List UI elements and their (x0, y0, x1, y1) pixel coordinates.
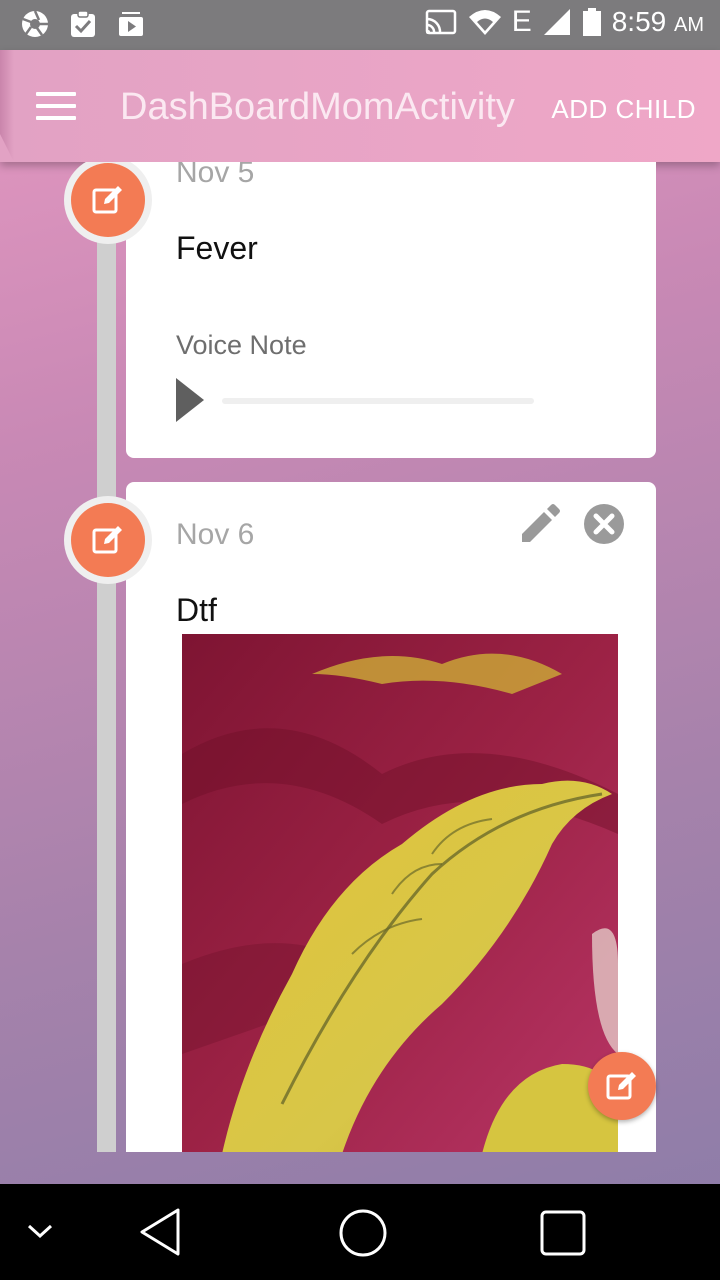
play-button[interactable] (176, 378, 206, 422)
entry-date: Nov 5 (176, 162, 255, 189)
navigation-bar (0, 1184, 720, 1280)
timeline-card[interactable]: Nov 6 Dtf (126, 482, 656, 1152)
app-title: DashBoardMomActivity (120, 86, 515, 128)
clipboard-check-icon (71, 10, 95, 37)
media-play-icon (119, 12, 143, 36)
app-bar: DashBoardMomActivity ADD CHILD (0, 50, 720, 162)
edit-note-icon (71, 163, 145, 237)
cast-icon (425, 9, 456, 35)
timeline-node (64, 496, 152, 584)
chevron-down-icon[interactable] (26, 1222, 54, 1242)
menu-button[interactable] (36, 92, 76, 120)
status-bar-left (20, 9, 146, 39)
back-icon[interactable] (136, 1206, 184, 1258)
status-bar: E 8:59 AM (0, 0, 720, 50)
menu-icon-bar (36, 116, 76, 120)
home-icon[interactable] (338, 1208, 388, 1258)
add-child-button[interactable]: ADD CHILD (551, 94, 696, 125)
clock: 8:59 AM (612, 6, 704, 38)
timeline-card[interactable]: Nov 5 Fever Voice Note (126, 162, 656, 458)
entry-date: Nov 6 (176, 518, 255, 551)
voice-note-label: Voice Note (176, 330, 307, 360)
network-type: E (511, 5, 532, 38)
aperture-icon (22, 10, 48, 37)
clock-time: 8:59 (611, 6, 667, 37)
signal-icon (543, 9, 570, 35)
voice-note-seekbar[interactable] (222, 398, 534, 404)
battery-icon (582, 8, 601, 36)
add-note-fab[interactable] (588, 1052, 656, 1120)
edit-note-icon (71, 503, 145, 577)
wifi-icon (468, 10, 501, 35)
entry-title: Dtf (176, 592, 217, 628)
menu-icon-bar (36, 92, 76, 96)
entry-photo[interactable] (182, 634, 618, 1152)
pencil-icon[interactable] (518, 502, 562, 546)
timeline[interactable]: Nov 5 Fever Voice Note Nov 6 Dtf (0, 162, 720, 1152)
status-bar-right: E 8:59 AM (424, 6, 704, 38)
photo-image (182, 634, 618, 1152)
clock-ampm: AM (674, 14, 704, 36)
entry-title: Fever (176, 230, 258, 266)
recents-icon[interactable] (540, 1210, 586, 1256)
edit-note-icon (606, 1072, 636, 1100)
timeline-line (97, 162, 116, 1152)
close-circle-icon[interactable] (582, 502, 626, 546)
menu-icon-bar (36, 104, 76, 108)
